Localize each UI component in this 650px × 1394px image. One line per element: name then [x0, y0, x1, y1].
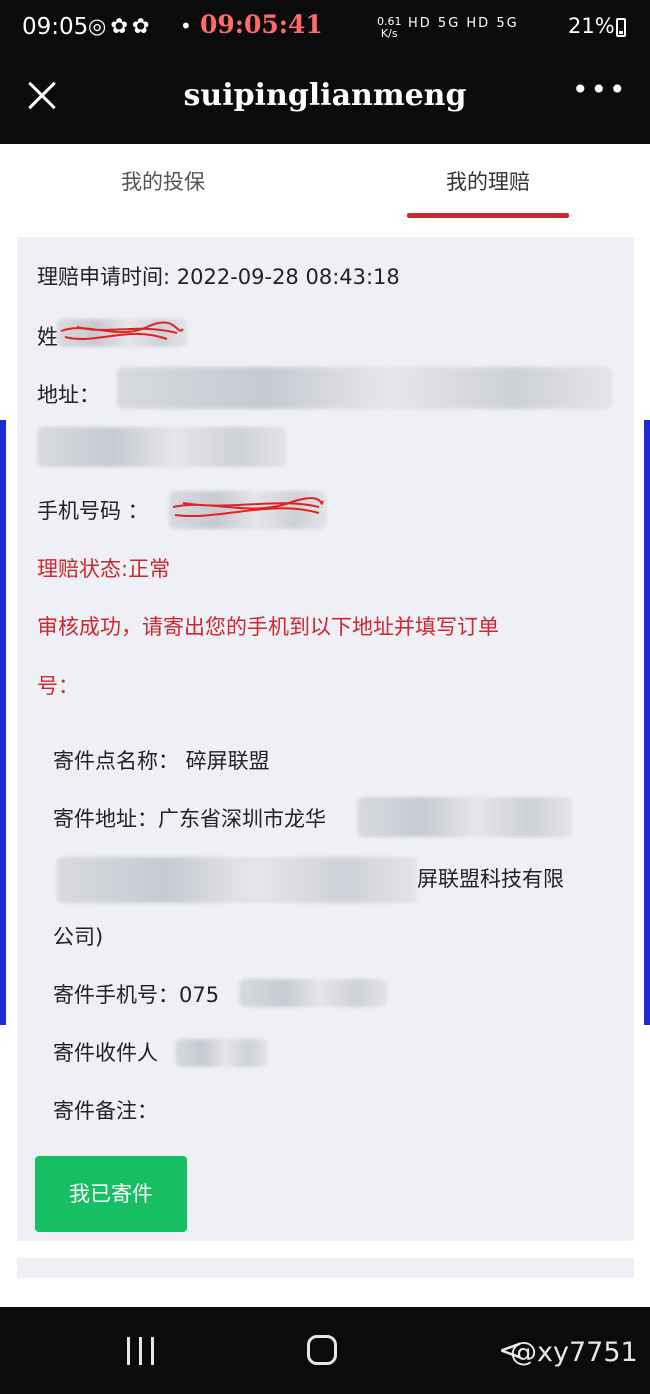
redaction-scribble-phone	[172, 497, 324, 518]
network-speed-unit: K/s	[380, 27, 398, 40]
network-speed: 0.61 K/s	[377, 16, 402, 40]
claim-apply-time: 理赔申请时间: 2022-09-28 08:43:18	[37, 265, 400, 289]
tab-my-insurance[interactable]: 我的投保	[38, 166, 288, 196]
tab-my-claims[interactable]: 我的理赔	[363, 166, 613, 196]
claim-name-label: 姓	[37, 325, 58, 349]
shipping-receiver: 寄件收件人	[53, 1041, 158, 1065]
redacted-shipping-address-2	[57, 857, 417, 903]
redaction-scribble	[60, 321, 184, 340]
active-tab-indicator	[407, 213, 569, 218]
left-edge-indicator	[0, 420, 6, 1025]
shipping-address-prefix: 寄件地址：广东省深圳市龙华	[53, 807, 326, 831]
shipping-phone: 寄件手机号：075	[53, 983, 220, 1007]
claim-card: 理赔申请时间: 2022-09-28 08:43:18 姓 地址： 手机号码 ：…	[17, 237, 634, 1241]
redacted-shipping-phone	[239, 979, 387, 1007]
more-options-icon[interactable]: •••	[572, 76, 626, 110]
battery-icon	[616, 18, 626, 37]
claim-notice-line1: 审核成功，请寄出您的手机到以下地址并填写订单	[37, 615, 499, 639]
status-time: 09:05	[22, 14, 89, 40]
redacted-address-2	[37, 427, 287, 467]
signal-icons: HD 5G HD 5G	[408, 16, 519, 31]
status-bar: 09:05 ◎✿✿ • 09:05:41 0.61 K/s HD 5G HD 5…	[0, 0, 650, 58]
home-icon[interactable]	[307, 1335, 337, 1365]
app-title: suipinglianmeng	[183, 78, 467, 113]
shipping-address-end: 公司)	[53, 925, 104, 949]
redacted-receiver	[175, 1039, 267, 1067]
clock-overlay: 09:05:41	[200, 10, 323, 39]
notification-dot-icon: •	[180, 14, 192, 38]
claim-status: 理赔状态:正常	[37, 557, 171, 581]
claim-phone-label: 手机号码 ：	[37, 499, 149, 523]
watermark-user: @xy7751	[510, 1337, 638, 1368]
shipping-remark: 寄件备注：	[53, 1099, 158, 1123]
right-edge-indicator	[644, 420, 650, 1025]
redacted-shipping-address-1	[357, 797, 572, 837]
claim-address-label: 地址：	[37, 383, 100, 407]
sent-button[interactable]: 我已寄件	[35, 1156, 187, 1232]
app-bar: suipinglianmeng •••	[0, 58, 650, 144]
shipping-address-suffix: 屏联盟科技有限	[417, 867, 564, 891]
shipping-point-name: 寄件点名称： 碎屏联盟	[53, 749, 270, 773]
recent-apps-icon[interactable]	[127, 1337, 155, 1365]
tab-bar: 我的投保 我的理赔	[0, 144, 650, 220]
battery-percent: 21%	[568, 14, 615, 38]
notification-icons: ◎✿✿	[88, 14, 154, 38]
claim-notice-line2: 号：	[37, 674, 79, 698]
redacted-address-1	[117, 367, 612, 409]
next-card-edge	[17, 1258, 634, 1278]
